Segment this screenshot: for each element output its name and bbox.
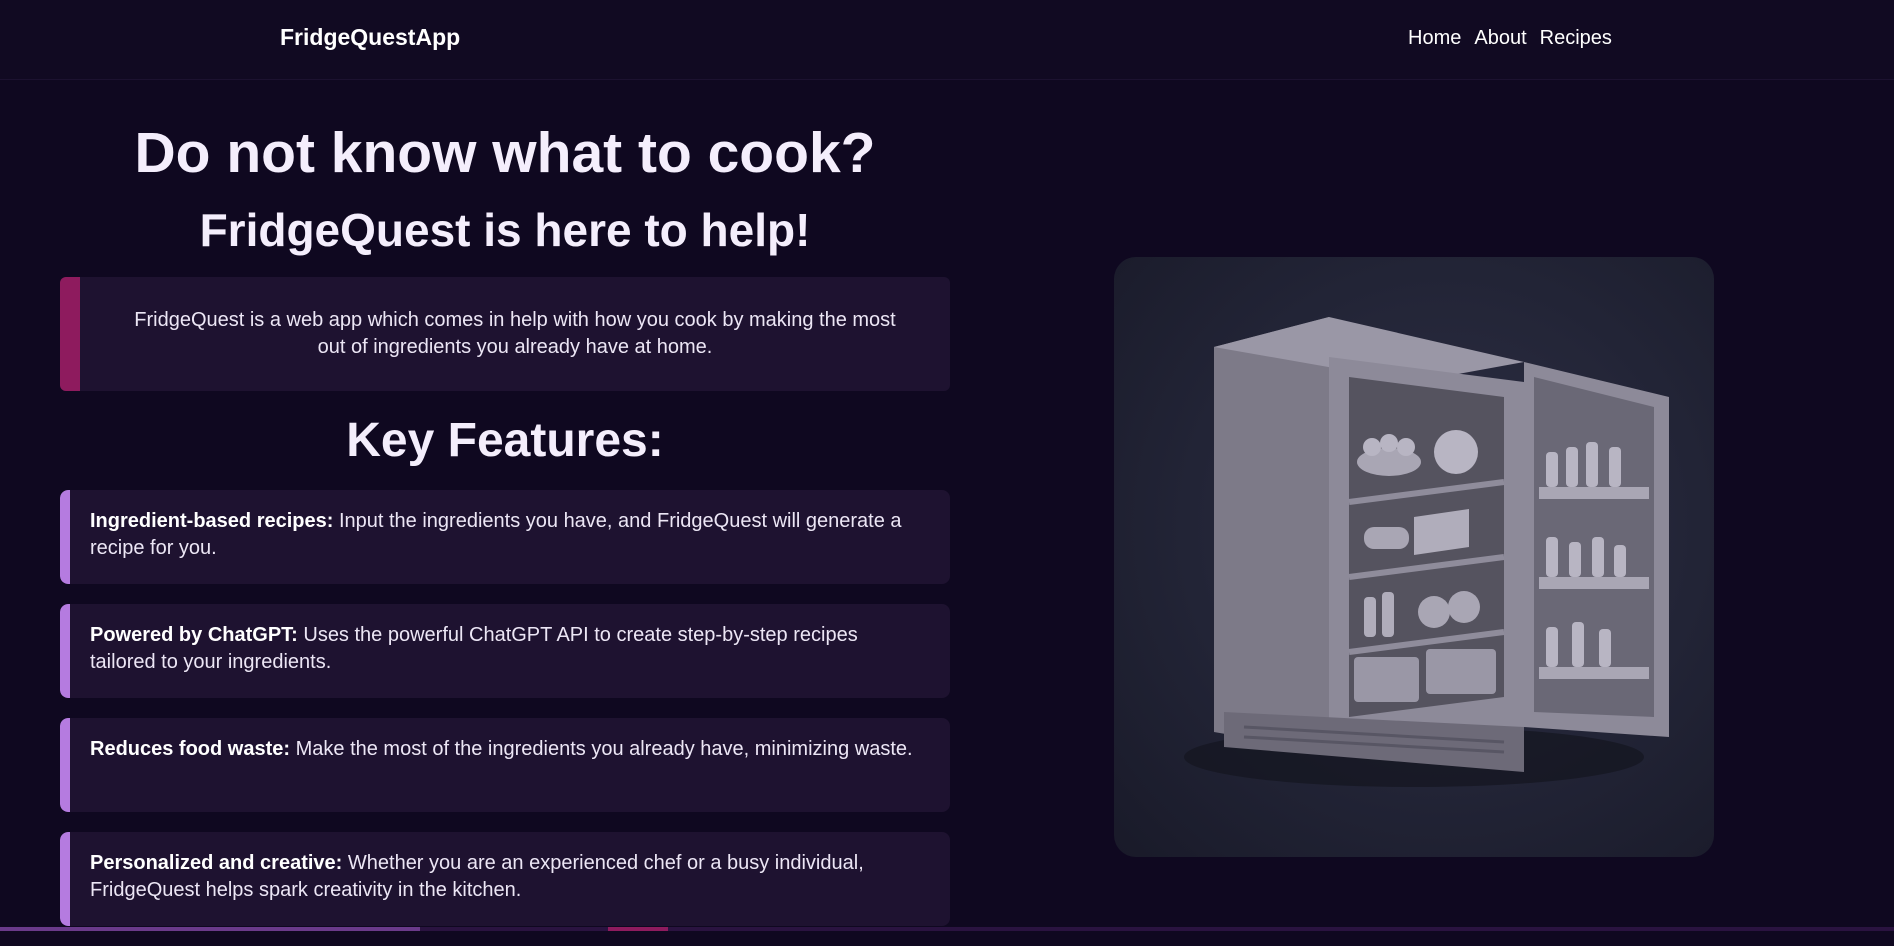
nav-link-about[interactable]: About (1474, 27, 1526, 50)
features-heading: Key Features: (346, 414, 664, 468)
intro-accent-bar (60, 277, 80, 392)
feature-card: Personalized and creative: Whether you a… (60, 832, 950, 927)
feature-accent-bar (60, 490, 70, 585)
feature-title: Powered by ChatGPT: (90, 624, 298, 647)
feature-title: Reduces food waste: (90, 738, 291, 761)
bottom-accent-segment (608, 927, 668, 931)
feature-title: Personalized and creative: (90, 852, 343, 875)
feature-list: Ingredient-based recipes: Input the ingr… (60, 490, 950, 927)
nav-links: Home About Recipes (1408, 27, 1612, 50)
bottom-scroll-thumb[interactable] (0, 927, 420, 931)
feature-accent-bar (60, 832, 70, 927)
feature-text: Make the most of the ingredients you alr… (290, 738, 913, 761)
navbar: FridgeQuestApp Home About Recipes (0, 0, 1894, 80)
brand-logo[interactable]: FridgeQuestApp (280, 24, 460, 51)
nav-link-recipes[interactable]: Recipes (1540, 27, 1612, 50)
fridge-illustration-icon (1184, 317, 1669, 787)
feature-accent-bar (60, 718, 70, 813)
feature-accent-bar (60, 604, 70, 699)
hero-subtitle: FridgeQuest is here to help! (199, 203, 811, 256)
feature-title: Ingredient-based recipes: (90, 510, 334, 533)
feature-card: Powered by ChatGPT: Uses the powerful Ch… (60, 604, 950, 699)
nav-link-home[interactable]: Home (1408, 27, 1461, 50)
intro-text: FridgeQuest is a web app which comes in … (134, 309, 896, 359)
fridge-image (1114, 257, 1714, 857)
feature-card: Reduces food waste: Make the most of the… (60, 718, 950, 813)
hero-title: Do not know what to cook? (134, 121, 876, 185)
feature-card: Ingredient-based recipes: Input the ingr… (60, 490, 950, 585)
intro-box: FridgeQuest is a web app which comes in … (60, 277, 950, 392)
hero-section: Do not know what to cook? FridgeQuest is… (60, 80, 950, 946)
